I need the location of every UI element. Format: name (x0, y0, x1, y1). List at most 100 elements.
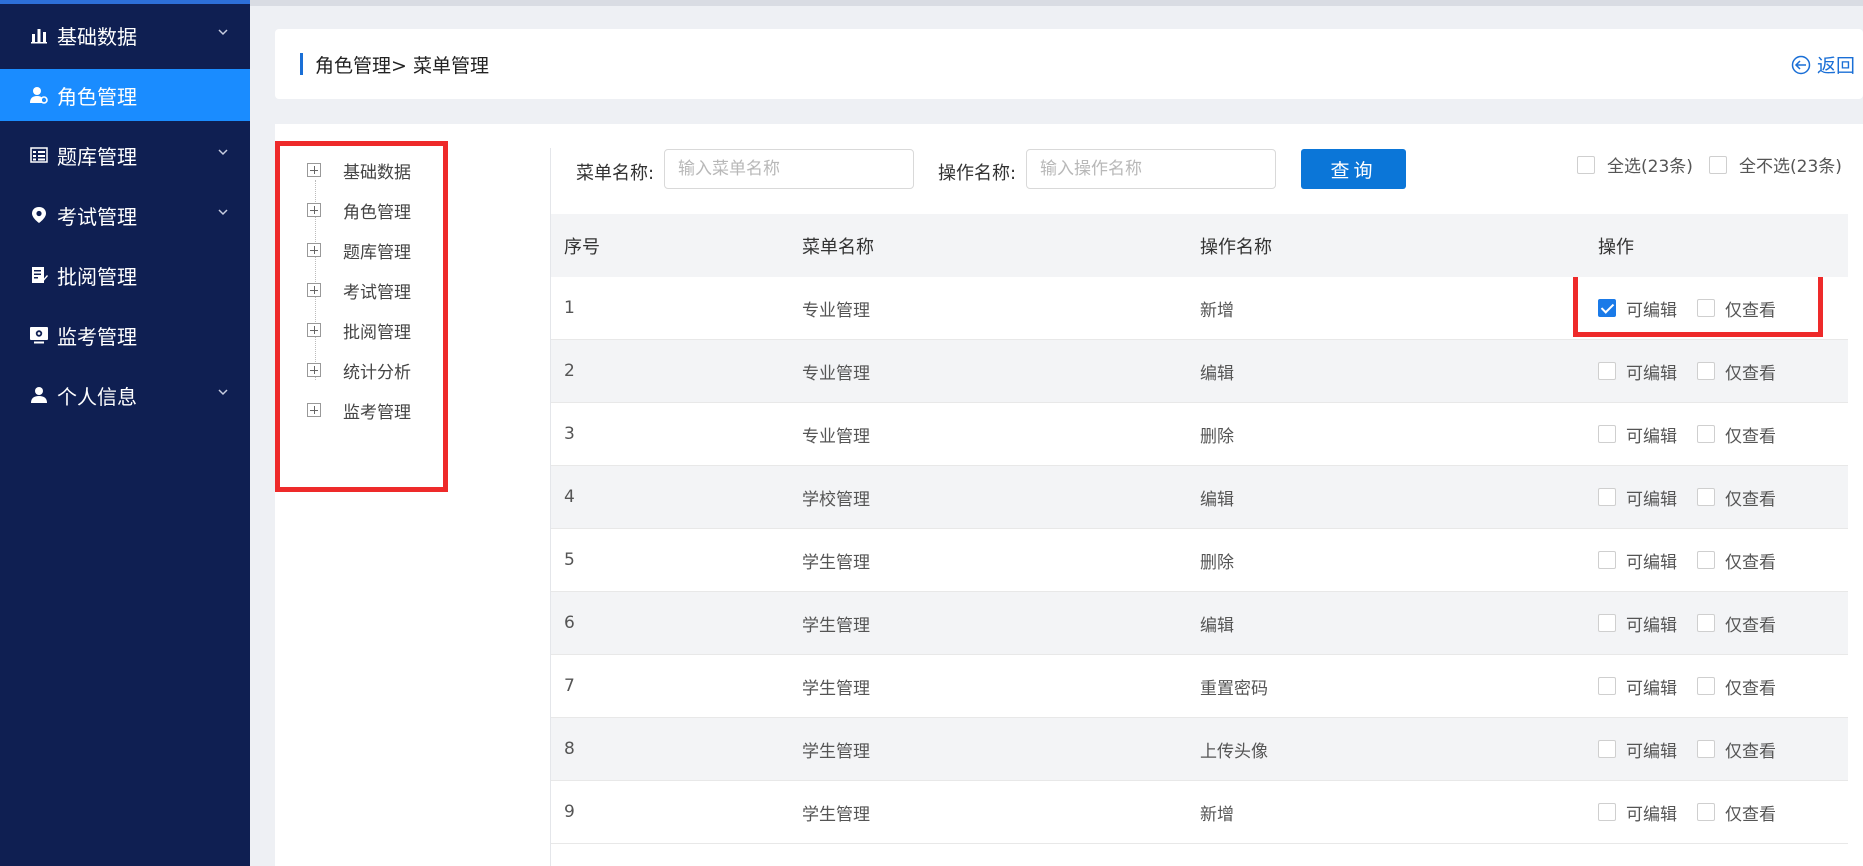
editable-checkbox[interactable] (1598, 551, 1616, 569)
editable-option[interactable]: 可编辑 (1598, 800, 1677, 825)
sidebar-item-label: 考试管理 (57, 204, 137, 229)
chevron-down-icon (218, 29, 228, 36)
cell-menu-name: 学校管理 (802, 489, 870, 510)
editable-option[interactable]: 可编辑 (1598, 485, 1677, 510)
cell-index: 3 (564, 424, 575, 444)
editable-option[interactable]: 可编辑 (1598, 422, 1677, 447)
sidebar-item-label: 批阅管理 (57, 264, 137, 289)
cell-index: 4 (564, 487, 575, 507)
cell-index: 9 (564, 802, 575, 822)
user-gear-icon (29, 86, 49, 104)
menu-table: 序号 菜单名称 操作名称 操作 1 专业管理 新增 可编辑 仅查看 2 专业管理 编辑 可编辑仅… (551, 214, 1848, 844)
chevron-down-icon (218, 389, 228, 396)
table-row: 3 专业管理 删除 可编辑 仅查看 (551, 403, 1848, 466)
menu-name-input[interactable] (664, 149, 914, 189)
view-only-checkbox[interactable] (1697, 803, 1715, 821)
editable-option[interactable]: 可编辑 (1598, 737, 1677, 762)
header-operation-name: 操作名称 (1200, 236, 1272, 258)
table-row: 2 专业管理 编辑 可编辑 仅查看 (551, 340, 1848, 403)
cell-index: 7 (564, 676, 575, 696)
view-only-checkbox[interactable] (1697, 551, 1715, 569)
cell-menu-name: 学生管理 (802, 804, 870, 825)
header-index: 序号 (564, 236, 600, 258)
operation-name-input[interactable] (1026, 149, 1276, 189)
top-bar (250, 0, 1863, 6)
view-only-label: 仅查看 (1725, 741, 1776, 762)
view-only-checkbox[interactable] (1697, 362, 1715, 380)
cell-operation-name: 重置密码 (1200, 678, 1268, 699)
sidebar-item-exam-management[interactable]: 考试管理 (0, 189, 250, 241)
select-all-checkbox[interactable]: 全选(23条) (1577, 152, 1693, 177)
editable-label: 可编辑 (1626, 300, 1677, 321)
view-only-option[interactable]: 仅查看 (1697, 359, 1776, 384)
editable-option[interactable]: 可编辑 (1598, 548, 1677, 573)
view-only-checkbox[interactable] (1697, 488, 1715, 506)
view-only-checkbox[interactable] (1697, 677, 1715, 695)
cell-operation-name: 上传头像 (1200, 741, 1268, 762)
view-only-option[interactable]: 仅查看 (1697, 548, 1776, 573)
editable-option[interactable]: 可编辑 (1598, 674, 1677, 699)
cell-menu-name: 专业管理 (802, 363, 870, 384)
sidebar-item-proctor-management[interactable]: 监考管理 (0, 309, 250, 361)
sidebar-item-review-management[interactable]: 批阅管理 (0, 249, 250, 301)
cell-menu-name: 学生管理 (802, 678, 870, 699)
editable-checkbox[interactable] (1598, 677, 1616, 695)
view-only-checkbox[interactable] (1697, 614, 1715, 632)
view-only-option[interactable]: 仅查看 (1697, 800, 1776, 825)
cell-operation-name: 编辑 (1200, 363, 1234, 384)
view-only-checkbox[interactable] (1697, 299, 1715, 317)
sidebar-item-label: 题库管理 (57, 144, 137, 169)
editable-label: 可编辑 (1626, 678, 1677, 699)
editable-option[interactable]: 可编辑 (1598, 296, 1677, 321)
sidebar-item-label: 个人信息 (57, 384, 137, 409)
table-row: 4 学校管理 编辑 可编辑 仅查看 (551, 466, 1848, 529)
cell-operation-name: 编辑 (1200, 615, 1234, 636)
cell-actions: 可编辑 仅查看 (1598, 548, 1848, 573)
edit-doc-icon (29, 266, 49, 284)
header-menu-name: 菜单名称 (802, 236, 874, 258)
view-only-option[interactable]: 仅查看 (1697, 422, 1776, 447)
editable-label: 可编辑 (1626, 552, 1677, 573)
select-none-checkbox[interactable]: 全不选(23条) (1709, 152, 1842, 177)
editable-checkbox[interactable] (1598, 299, 1616, 317)
sidebar-item-basic-data[interactable]: 基础数据 (0, 9, 250, 61)
cell-menu-name: 专业管理 (802, 426, 870, 447)
sidebar-item-question-bank[interactable]: 题库管理 (0, 129, 250, 181)
cell-index: 5 (564, 550, 575, 570)
view-only-option[interactable]: 仅查看 (1697, 485, 1776, 510)
cell-index: 2 (564, 361, 575, 381)
editable-checkbox[interactable] (1598, 803, 1616, 821)
editable-checkbox[interactable] (1598, 614, 1616, 632)
cell-menu-name: 学生管理 (802, 615, 870, 636)
view-only-label: 仅查看 (1725, 489, 1776, 510)
back-arrow-icon (1791, 55, 1811, 74)
breadcrumb: 角色管理> 菜单管理 (300, 52, 489, 77)
editable-option[interactable]: 可编辑 (1598, 359, 1677, 384)
view-only-label: 仅查看 (1725, 615, 1776, 636)
cell-index: 6 (564, 613, 575, 633)
highlight-box-tree (275, 141, 448, 492)
query-button[interactable]: 查询 (1301, 149, 1406, 189)
bar-chart-icon (29, 26, 49, 44)
checkbox-box[interactable] (1709, 155, 1727, 174)
location-pin-icon (29, 206, 49, 224)
view-only-option[interactable]: 仅查看 (1697, 737, 1776, 762)
view-only-checkbox[interactable] (1697, 740, 1715, 758)
checkbox-box[interactable] (1577, 155, 1595, 174)
editable-option[interactable]: 可编辑 (1598, 611, 1677, 636)
editable-checkbox[interactable] (1598, 488, 1616, 506)
view-only-option[interactable]: 仅查看 (1697, 296, 1776, 321)
editable-checkbox[interactable] (1598, 362, 1616, 380)
view-only-option[interactable]: 仅查看 (1697, 611, 1776, 636)
editable-checkbox[interactable] (1598, 740, 1616, 758)
view-only-option[interactable]: 仅查看 (1697, 674, 1776, 699)
cell-actions: 可编辑 仅查看 (1598, 296, 1848, 321)
view-only-checkbox[interactable] (1697, 425, 1715, 443)
menu-name-label: 菜单名称: (576, 163, 655, 184)
back-button[interactable]: 返回 (1791, 51, 1855, 78)
sidebar-item-personal-info[interactable]: 个人信息 (0, 369, 250, 421)
sidebar-item-label: 角色管理 (57, 84, 137, 109)
editable-checkbox[interactable] (1598, 425, 1616, 443)
view-only-label: 仅查看 (1725, 300, 1776, 321)
sidebar-item-role-management[interactable]: 角色管理 (0, 69, 250, 121)
